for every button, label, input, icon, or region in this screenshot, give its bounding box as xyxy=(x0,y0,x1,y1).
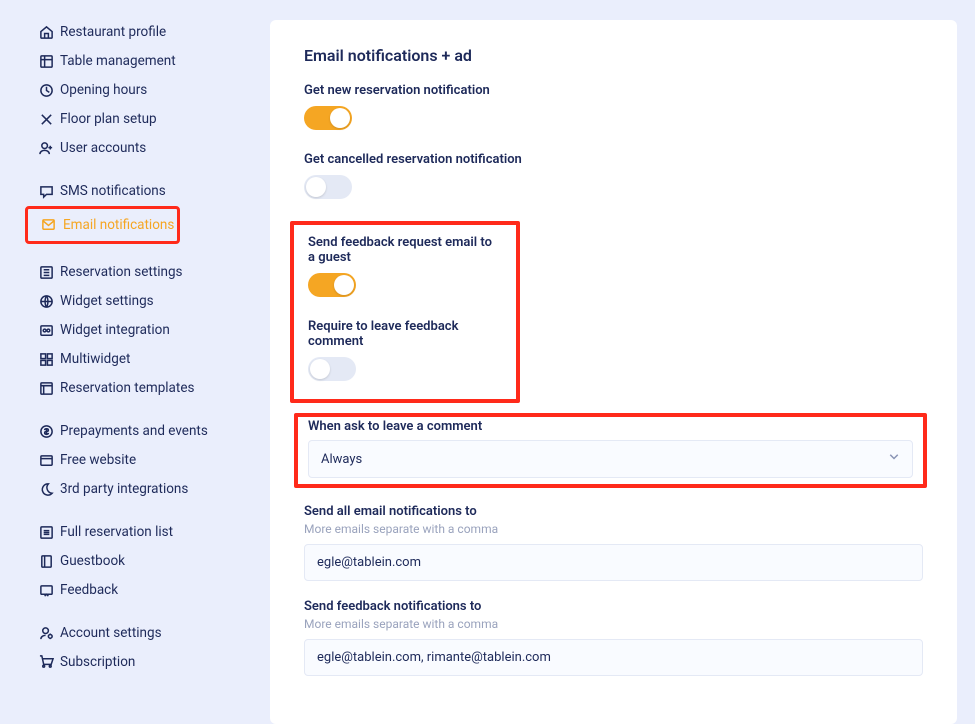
highlight-sidebar-email: Email notifications xyxy=(25,206,180,245)
home-icon xyxy=(38,24,54,40)
field-send-all: Send all email notifications to More ema… xyxy=(304,504,923,581)
sidebar-item-sms-notifications[interactable]: SMS notifications xyxy=(0,177,270,206)
sidebar-item-widget-integration[interactable]: Widget integration xyxy=(0,316,270,345)
sidebar-item-full-reservation-list[interactable]: Full reservation list xyxy=(0,518,270,547)
sidebar-item-label: Widget settings xyxy=(60,291,154,312)
highlight-feedback-settings: Send feedback request email to a guest R… xyxy=(290,221,520,403)
sidebar-item-3rd-party-integrations[interactable]: 3rd party integrations xyxy=(0,475,270,504)
sidebar-item-label: 3rd party integrations xyxy=(60,479,188,500)
sidebar-item-free-website[interactable]: Free website xyxy=(0,446,270,475)
mail-icon xyxy=(40,217,56,233)
sidebar-item-table-management[interactable]: Table management xyxy=(0,47,270,76)
sidebar-item-guestbook[interactable]: Guestbook xyxy=(0,547,270,576)
field-help: More emails separate with a comma xyxy=(304,617,923,631)
main-content: Email notifications + ad Get new reserva… xyxy=(270,0,975,607)
sidebar-item-label: Free website xyxy=(60,450,136,471)
input-send-all-emails[interactable]: egle@tablein.com xyxy=(304,544,923,581)
setting-require-comment: Require to leave feedback comment xyxy=(308,319,502,385)
sidebar-item-feedback[interactable]: Feedback xyxy=(0,576,270,605)
chat-icon xyxy=(38,183,54,199)
sidebar-item-label: Subscription xyxy=(60,652,135,673)
chevron-down-icon xyxy=(888,451,900,467)
panel-title: Email notifications + ad xyxy=(304,46,923,65)
sidebar-item-label: User accounts xyxy=(60,138,146,159)
setting-new-reservation: Get new reservation notification xyxy=(304,83,923,134)
sidebar-item-prepayments-and-events[interactable]: Prepayments and events xyxy=(0,417,270,446)
input-send-feedback-emails[interactable]: egle@tablein.com, rimante@tablein.com xyxy=(304,639,923,676)
sidebar-item-label: Feedback xyxy=(60,580,118,601)
sidebar-item-label: Widget integration xyxy=(60,320,170,341)
sidebar-item-label: Account settings xyxy=(60,623,162,644)
sidebar-item-restaurant-profile[interactable]: Restaurant profile xyxy=(0,18,270,47)
sidebar-item-label: Reservation settings xyxy=(60,262,183,283)
floor-icon xyxy=(38,111,54,127)
widget-icon xyxy=(38,323,54,339)
toggle-feedback-request[interactable] xyxy=(308,273,356,297)
grid-icon xyxy=(38,352,54,368)
dollar-icon xyxy=(38,424,54,440)
settings-panel: Email notifications + ad Get new reserva… xyxy=(270,20,957,724)
setting-label: Get cancelled reservation notification xyxy=(304,152,923,167)
cart-icon xyxy=(38,654,54,670)
sidebar-item-email-notifications[interactable]: Email notifications xyxy=(28,211,177,240)
moon-icon xyxy=(38,481,54,497)
sidebar-item-opening-hours[interactable]: Opening hours xyxy=(0,76,270,105)
sidebar-item-subscription[interactable]: Subscription xyxy=(0,648,270,677)
toggle-require-comment[interactable] xyxy=(308,357,356,381)
sidebar-item-label: SMS notifications xyxy=(60,181,166,202)
sidebar-item-label: Email notifications xyxy=(63,215,174,236)
select-ask-comment[interactable]: Always xyxy=(308,440,913,478)
window-icon xyxy=(38,452,54,468)
setting-cancelled-reservation: Get cancelled reservation notification xyxy=(304,152,923,203)
toggle-cancelled-reservation[interactable] xyxy=(304,175,352,199)
sliders-icon xyxy=(38,265,54,281)
select-value: Always xyxy=(321,452,362,467)
setting-feedback-request: Send feedback request email to a guest xyxy=(308,235,502,301)
sidebar-item-label: Restaurant profile xyxy=(60,22,166,43)
field-send-feedback: Send feedback notifications to More emai… xyxy=(304,599,923,676)
sidebar-item-label: Reservation templates xyxy=(60,378,194,399)
setting-label: Require to leave feedback comment xyxy=(308,319,502,349)
sidebar-item-reservation-settings[interactable]: Reservation settings xyxy=(0,258,270,287)
field-label: Send all email notifications to xyxy=(304,504,923,519)
field-label: When ask to leave a comment xyxy=(308,419,913,434)
sidebar-item-user-accounts[interactable]: User accounts xyxy=(0,134,270,163)
feedback-icon xyxy=(38,582,54,598)
setting-label: Get new reservation notification xyxy=(304,83,923,98)
user-cog-icon xyxy=(38,625,54,641)
template-icon xyxy=(38,381,54,397)
user-add-icon xyxy=(38,140,54,156)
sidebar-item-widget-settings[interactable]: Widget settings xyxy=(0,287,270,316)
sidebar-item-label: Full reservation list xyxy=(60,522,173,543)
sidebar-item-label: Floor plan setup xyxy=(60,109,157,130)
sidebar-item-label: Prepayments and events xyxy=(60,421,208,442)
sidebar: Restaurant profile Table management Openin… xyxy=(0,0,270,607)
list-icon xyxy=(38,524,54,540)
highlight-ask-comment: When ask to leave a comment Always xyxy=(294,413,927,488)
clock-icon xyxy=(38,82,54,98)
sidebar-item-label: Multiwidget xyxy=(60,349,130,370)
sidebar-item-floor-plan-setup[interactable]: Floor plan setup xyxy=(0,105,270,134)
field-help: More emails separate with a comma xyxy=(304,522,923,536)
sidebar-item-account-settings[interactable]: Account settings xyxy=(0,619,270,648)
toggle-new-reservation[interactable] xyxy=(304,106,352,130)
setting-label: Send feedback request email to a guest xyxy=(308,235,502,265)
table-icon xyxy=(38,53,54,69)
globe-icon xyxy=(38,294,54,310)
sidebar-item-reservation-templates[interactable]: Reservation templates xyxy=(0,374,270,403)
book-icon xyxy=(38,553,54,569)
sidebar-item-multiwidget[interactable]: Multiwidget xyxy=(0,345,270,374)
sidebar-item-label: Table management xyxy=(60,51,176,72)
sidebar-item-label: Guestbook xyxy=(60,551,125,572)
sidebar-item-label: Opening hours xyxy=(60,80,147,101)
